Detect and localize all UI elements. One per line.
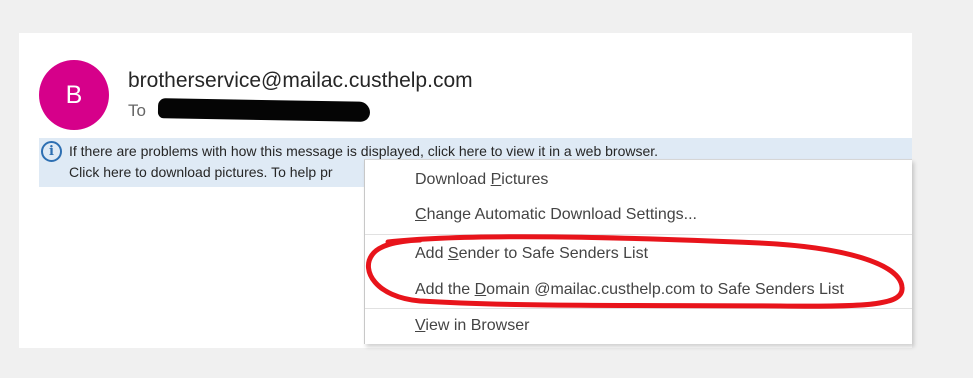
sender-email[interactable]: brotherservice@mailac.custhelp.com (128, 69, 473, 93)
menu-access-key: D (474, 281, 487, 298)
menu-access-key: P (490, 171, 502, 188)
menu-item-view-in-browser[interactable]: View in Browser (415, 317, 529, 335)
menu-item-change-download-settings[interactable]: Change Automatic Download Settings... (415, 206, 697, 224)
menu-access-key: C (415, 206, 427, 223)
menu-label-prefix: Add the (415, 281, 475, 298)
menu-item-add-sender-safe[interactable]: Add Sender to Safe Senders List (415, 245, 648, 263)
context-menu: Download Pictures Change Automatic Downl… (364, 159, 912, 344)
menu-access-key: S (447, 245, 459, 262)
menu-label-prefix: Add (415, 245, 448, 262)
menu-separator (365, 308, 912, 309)
redaction-mark (157, 98, 371, 122)
menu-item-add-domain-safe[interactable]: Add the Domain @mailac.custhelp.com to S… (415, 281, 844, 299)
menu-label-suffix: omain @mailac.custhelp.com to Safe Sende… (486, 281, 844, 298)
info-bar-line2[interactable]: Click here to download pictures. To help… (69, 164, 333, 180)
sender-avatar: B (39, 60, 109, 130)
menu-label-prefix: Download (415, 171, 491, 188)
menu-label-suffix: ictures (501, 171, 549, 188)
menu-label-suffix: iew in Browser (425, 317, 530, 334)
menu-separator (365, 234, 912, 235)
outlook-window: B brotherservice@mailac.custhelp.com To … (0, 0, 973, 378)
menu-item-download-pictures[interactable]: Download Pictures (415, 171, 548, 189)
menu-label-suffix: ender to Safe Senders List (458, 245, 649, 262)
menu-access-key: V (415, 317, 426, 334)
menu-label-suffix: hange Automatic Download Settings... (426, 206, 697, 223)
info-icon: i (41, 141, 62, 162)
info-bar-line1[interactable]: If there are problems with how this mess… (69, 143, 658, 159)
to-label: To (128, 101, 146, 120)
